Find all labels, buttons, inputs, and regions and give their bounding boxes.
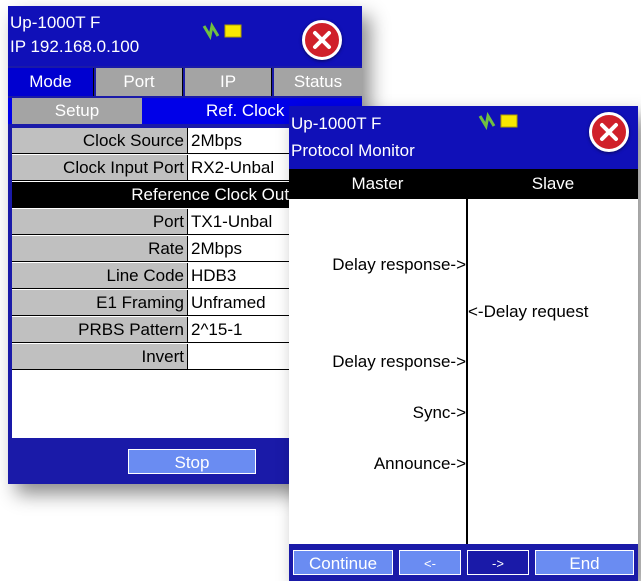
slave-header: Slave [531, 174, 575, 193]
prev-button[interactable]: <- [399, 550, 461, 575]
network-status-icon [202, 21, 242, 41]
tab-ip[interactable]: IP [185, 68, 272, 96]
e1-framing-label: E1 Framing [12, 290, 188, 315]
message-slave: <-Delay request [468, 302, 589, 321]
protocol-monitor-window: Up-1000T F Protocol Monitor Master Slave… [289, 106, 638, 581]
network-status-icon [478, 111, 518, 131]
column-divider [466, 169, 468, 544]
stop-button[interactable]: Stop [128, 449, 256, 474]
message-master: Delay response-> [332, 255, 466, 274]
message-master: Announce-> [373, 454, 466, 473]
line-code-label: Line Code [12, 263, 188, 288]
tab-mode[interactable]: Mode [8, 68, 94, 96]
master-header: Master [351, 174, 404, 193]
device-title: Up-1000T F [10, 13, 101, 32]
tab-port[interactable]: Port [96, 68, 183, 96]
close-icon [600, 123, 618, 141]
close-button[interactable] [302, 20, 342, 60]
clock-input-port-label: Clock Input Port [12, 155, 188, 180]
next-button[interactable]: -> [467, 550, 529, 575]
prbs-pattern-label: PRBS Pattern [12, 317, 188, 342]
tab-status[interactable]: Status [274, 68, 362, 96]
rate-label: Rate [12, 236, 188, 261]
output-port-label: Port [12, 209, 188, 234]
close-button[interactable] [589, 112, 629, 152]
ip-address: IP 192.168.0.100 [10, 37, 140, 56]
tab-setup[interactable]: Setup [12, 98, 142, 124]
message-master: Delay response-> [332, 352, 466, 371]
clock-source-label: Clock Source [12, 128, 188, 153]
status-icons [202, 21, 246, 45]
main-tabs: Mode Port IP Status [8, 68, 362, 96]
title-bar: Up-1000T F Protocol Monitor [289, 106, 638, 169]
message-master: Sync-> [412, 403, 466, 422]
window-subtitle: Protocol Monitor [291, 141, 415, 160]
end-button[interactable]: End [535, 550, 634, 575]
close-icon [313, 31, 331, 49]
invert-label: Invert [12, 344, 188, 369]
device-title: Up-1000T F [291, 114, 382, 133]
monitor-bottom-bar: Continue <- -> End [289, 544, 638, 581]
status-icons [478, 111, 522, 135]
monitor-header: Master Slave [289, 169, 638, 199]
title-bar: Up-1000T F IP 192.168.0.100 [8, 6, 362, 66]
continue-button[interactable]: Continue [293, 550, 393, 575]
